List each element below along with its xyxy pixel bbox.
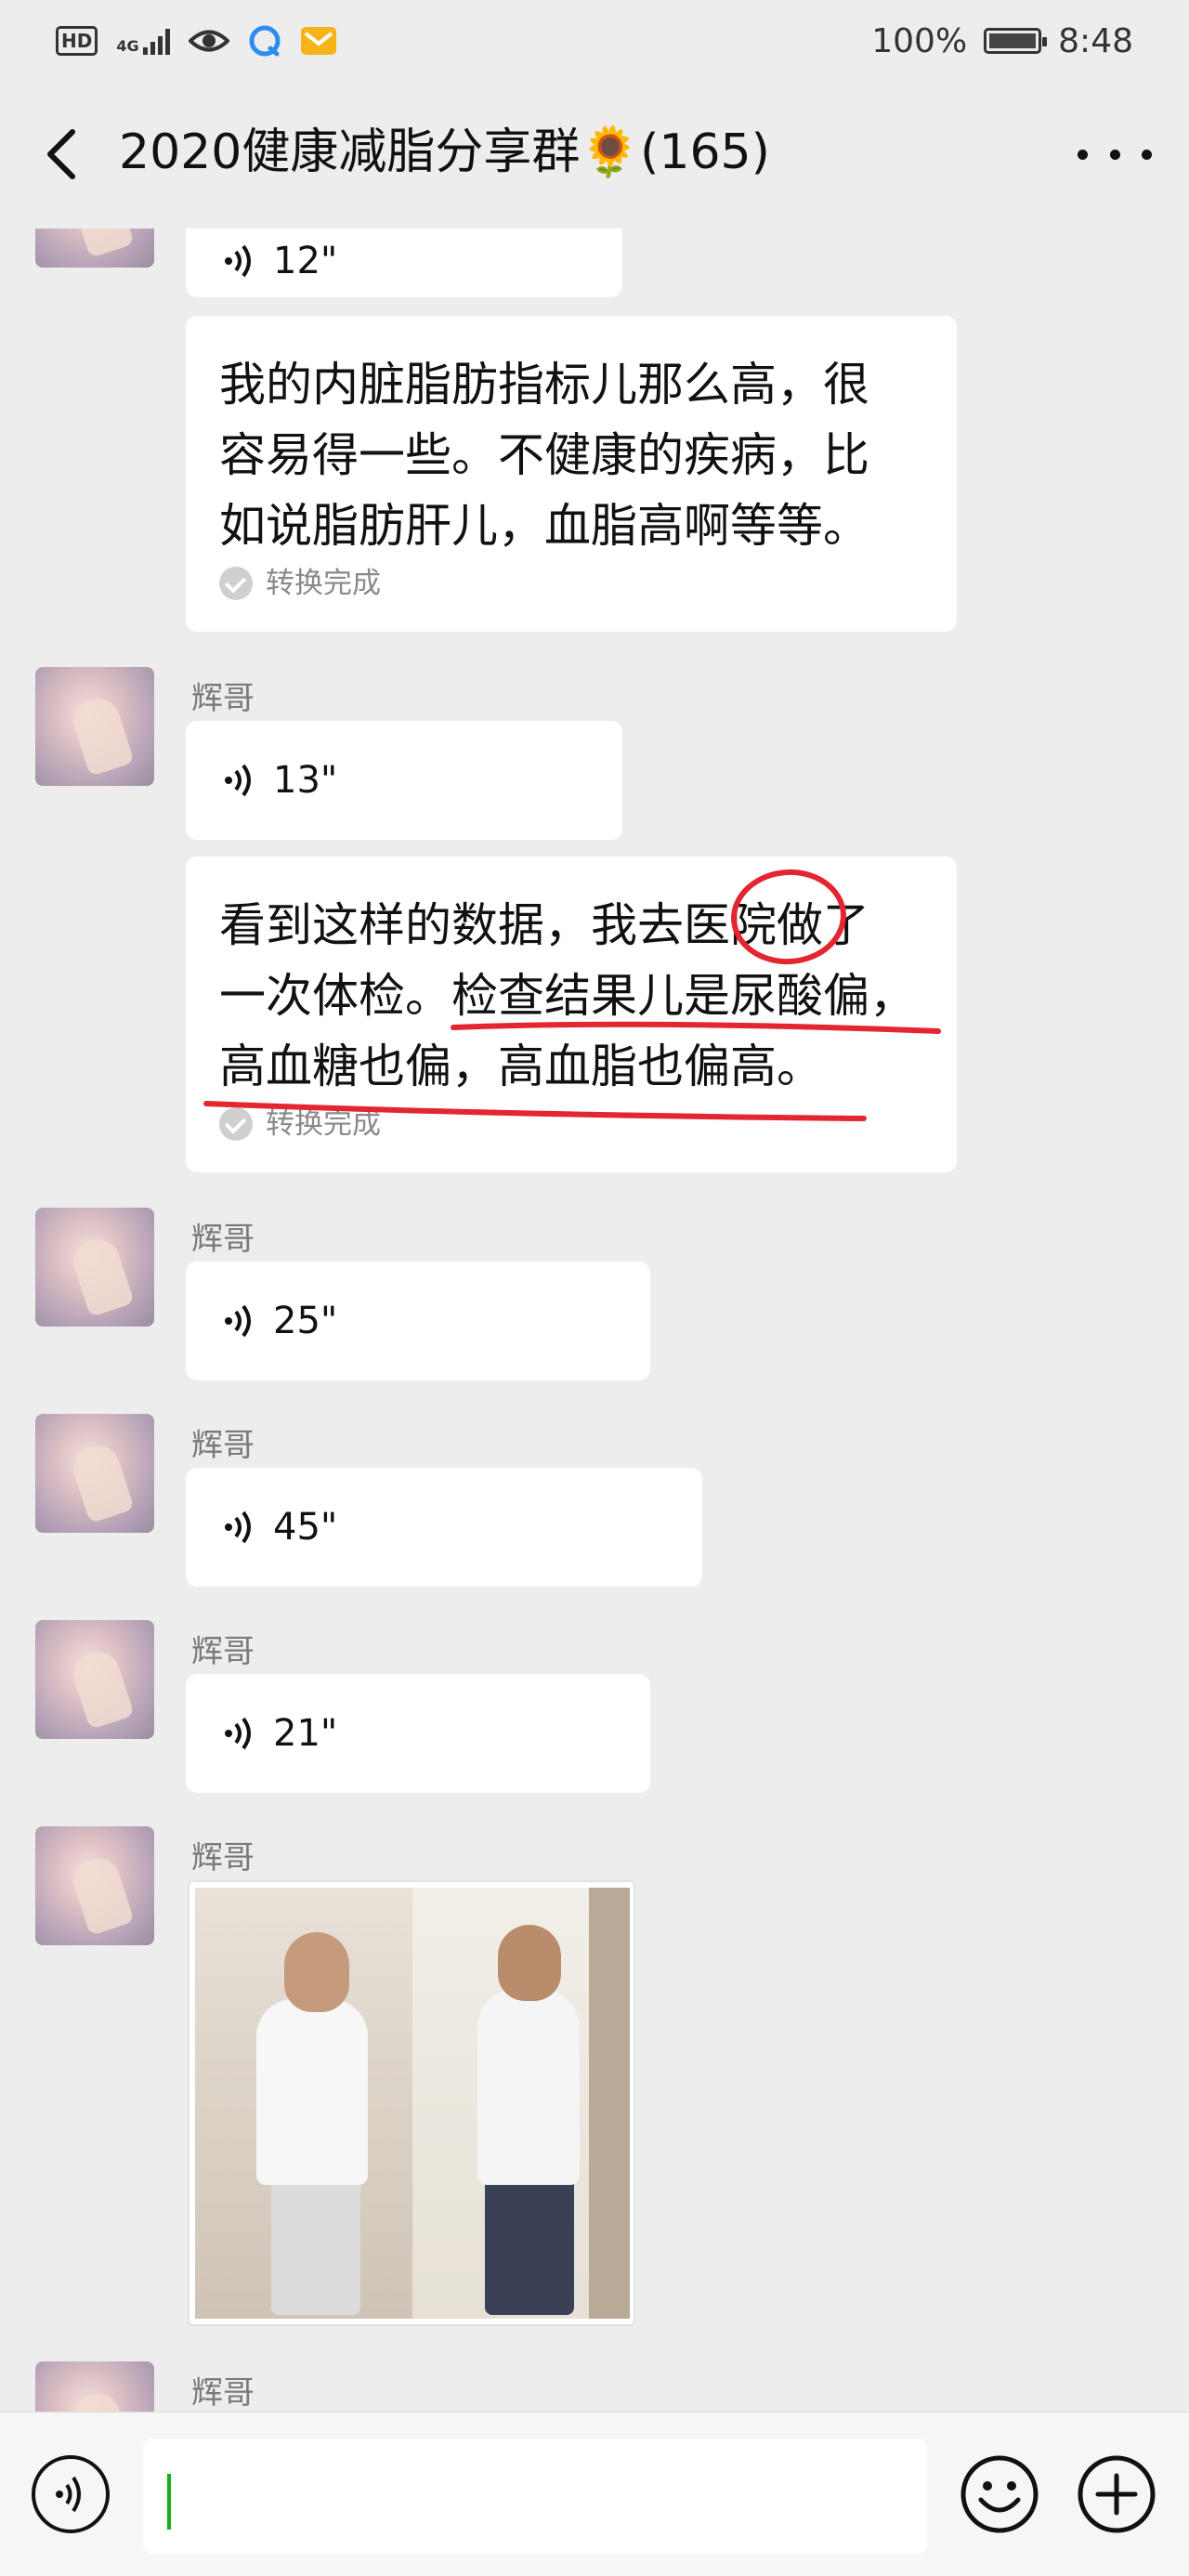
voice-message[interactable]: 25" <box>186 1262 650 1380</box>
transcript-line: 容易得一些。不健康的疾病，比 <box>219 428 869 482</box>
message-input[interactable] <box>143 2439 927 2554</box>
check-icon <box>219 1107 253 1141</box>
text-cursor <box>167 2474 171 2530</box>
clock: 8:48 <box>1058 21 1133 60</box>
conversion-status: 转换完成 <box>219 565 923 602</box>
chat-title: 2020健康减脂分享群🌻(165) <box>119 124 770 180</box>
avatar[interactable] <box>35 667 154 786</box>
transcript-line: 高血糖也偏，高血脂也偏高。 <box>219 1040 823 1093</box>
transcript-line: 看到这样的数据，我去医院做了 <box>219 898 869 952</box>
chat-header: 2020健康减脂分享群🌻(165) <box>0 82 1189 229</box>
battery-icon <box>984 28 1048 54</box>
voice-message[interactable]: 21" <box>186 1674 650 1793</box>
voice-wave-icon <box>225 1510 251 1544</box>
plus-icon[interactable] <box>1076 2453 1157 2535</box>
avatar[interactable] <box>35 1620 154 1739</box>
back-arrow-icon[interactable] <box>35 124 91 184</box>
sender-name: 辉哥 <box>191 1427 255 1464</box>
input-bar <box>0 2412 1189 2576</box>
voice-duration: 13" <box>273 759 338 802</box>
signal-icon: 4G <box>116 27 170 55</box>
transcript-line: 我的内脏脂肪指标儿那么高，很 <box>219 358 869 412</box>
voice-wave-icon <box>225 244 251 278</box>
voice-wave-icon <box>225 1717 251 1750</box>
message-list[interactable]: 12" 我的内脏脂肪指标儿那么高，很 容易得一些。不健康的疾病，比 如说脂肪肝儿… <box>0 229 1189 2412</box>
sender-name: 辉哥 <box>191 1221 255 1258</box>
more-dots-icon[interactable] <box>1078 136 1152 173</box>
voice-message[interactable]: 13" <box>186 721 622 840</box>
voice-duration: 45" <box>273 1506 338 1549</box>
avatar[interactable] <box>35 1208 154 1327</box>
hd-icon: HD <box>56 26 98 56</box>
sender-name: 辉哥 <box>191 2374 255 2412</box>
voice-transcript[interactable]: 我的内脏脂肪指标儿那么高，很 容易得一些。不健康的疾病，比 如说脂肪肝儿，血脂高… <box>186 316 957 632</box>
voice-wave-icon <box>225 764 251 797</box>
voice-input-button[interactable] <box>32 2455 110 2533</box>
transcript-line: 如说脂肪肝儿，血脂高啊等等。 <box>219 499 869 553</box>
browser-icon <box>249 25 281 57</box>
image-message[interactable] <box>188 1880 635 2326</box>
sender-name: 辉哥 <box>191 1633 255 1670</box>
avatar[interactable] <box>35 1414 154 1533</box>
voice-message[interactable]: 45" <box>186 1468 702 1587</box>
avatar[interactable] <box>35 1826 154 1945</box>
after-photo <box>412 1888 630 2319</box>
sender-name: 辉哥 <box>191 680 255 717</box>
mail-icon <box>300 27 336 55</box>
before-photo <box>195 1888 412 2319</box>
avatar[interactable] <box>35 2361 154 2412</box>
voice-duration: 25" <box>273 1300 338 1342</box>
emoji-icon[interactable] <box>959 2453 1040 2535</box>
voice-message[interactable]: 12" <box>186 229 622 297</box>
voice-duration: 12" <box>273 240 338 282</box>
sender-name: 辉哥 <box>191 1839 255 1876</box>
voice-input-icon <box>56 2476 81 2513</box>
conversion-status: 转换完成 <box>219 1105 923 1143</box>
conversion-status-text: 转换完成 <box>266 1107 381 1141</box>
network-type: 4G <box>116 37 139 55</box>
check-icon <box>219 567 253 600</box>
voice-transcript[interactable]: 看到这样的数据，我去医院做了 一次体检。检查结果儿是尿酸偏， 高血糖也偏，高血脂… <box>186 856 957 1172</box>
eye-icon <box>188 30 229 52</box>
voice-duration: 21" <box>273 1712 338 1755</box>
avatar[interactable] <box>35 229 154 268</box>
status-bar: HD 4G 100% 8:48 <box>0 0 1189 82</box>
battery-percent: 100% <box>871 21 968 60</box>
transcript-line: 一次体检。检查结果儿是尿酸偏， <box>219 969 916 1023</box>
voice-wave-icon <box>225 1304 251 1338</box>
conversion-status-text: 转换完成 <box>266 567 381 600</box>
